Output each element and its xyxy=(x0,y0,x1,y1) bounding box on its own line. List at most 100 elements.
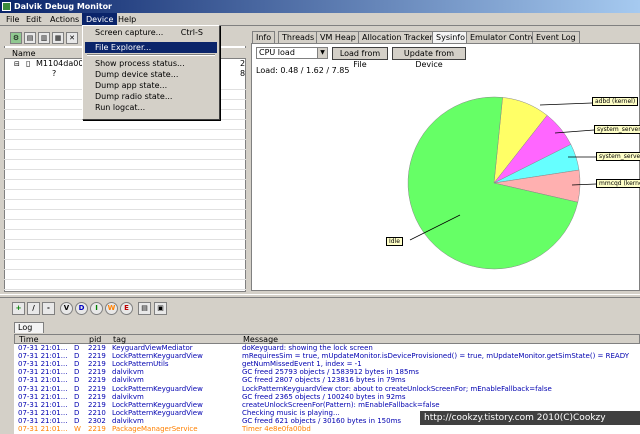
window-titlebar: Dalvik Debug Monitor xyxy=(0,0,640,13)
log-level: D xyxy=(74,368,80,377)
log-tag: LockPatternKeyguardView xyxy=(112,408,203,417)
app-icon xyxy=(2,2,11,11)
device-menu-item[interactable]: Screen capture... Ctrl-S xyxy=(85,27,217,38)
log-pid: 2219 xyxy=(88,384,106,393)
edit-filter-icon[interactable]: / xyxy=(27,302,40,315)
log-row[interactable]: 07-31 21:01... D 2219 LockPatternKeyguardVi… xyxy=(14,352,640,360)
log-message: Timer 4e8e0fa00bd xyxy=(242,425,311,433)
debug-icon[interactable]: ⚙ xyxy=(10,32,22,44)
log-level: D xyxy=(74,416,80,425)
log-time: 07-31 21:01... xyxy=(18,392,68,401)
menu-item-label: Screen capture... xyxy=(95,28,164,37)
log-row[interactable]: 07-31 21:01... D 2219 KeyguardViewMediator d… xyxy=(14,344,640,352)
log-time: 07-31 21:01... xyxy=(18,360,68,369)
pie-leader-lines xyxy=(409,102,597,241)
log-message: GC freed 25793 objects / 1583912 bytes i… xyxy=(242,368,419,377)
tab-info[interactable]: Info xyxy=(252,31,276,43)
tab-allocation-tracker[interactable]: Allocation Tracker xyxy=(358,31,437,43)
log-pid: 2219 xyxy=(88,352,106,361)
device-menu-item[interactable]: Dump device state... xyxy=(85,69,217,80)
log-row[interactable]: 07-31 21:01... D 2219 LockPatternUtils getNu… xyxy=(14,360,640,368)
log-pid: 2219 xyxy=(88,368,106,377)
device-menu-item[interactable]: Dump radio state... xyxy=(85,91,217,102)
log-tag: dalvikvm xyxy=(112,368,144,377)
col-name[interactable]: Name xyxy=(12,48,36,59)
log-pid: 2210 xyxy=(88,408,106,417)
log-message: LockPatternKeyguardView ctor: about to c… xyxy=(242,384,552,393)
watermark: http://cookzy.tistory.com 2010(C)Cookzy xyxy=(420,411,640,425)
level-warn-button[interactable]: W xyxy=(105,302,118,315)
chevron-down-icon[interactable]: ▼ xyxy=(317,48,327,58)
col-time[interactable]: Time xyxy=(19,335,39,344)
log-message: GC freed 2807 objects / 123816 bytes in … xyxy=(242,376,406,385)
col-message[interactable]: Message xyxy=(243,335,278,344)
log-message: doKeyguard: showing the lock screen xyxy=(242,344,373,352)
splitter[interactable] xyxy=(0,294,640,298)
device-menu-item[interactable]: Dump app state... xyxy=(85,80,217,91)
tab-sysinfo[interactable]: Sysinfo xyxy=(432,31,469,43)
clear-log-icon[interactable]: ▤ xyxy=(138,302,151,315)
menu-item-label: File Explorer... xyxy=(95,43,152,52)
log-pid: 2219 xyxy=(88,376,106,385)
menu-edit[interactable]: Edit xyxy=(22,13,46,26)
select-value: CPU load xyxy=(259,48,295,57)
log-row[interactable]: 07-31 21:01... D 2219 dalvikvm GC freed 2807… xyxy=(14,376,640,384)
log-pid: 2219 xyxy=(88,425,106,433)
log-level: D xyxy=(74,384,80,393)
log-time: 07-31 21:01... xyxy=(18,416,68,425)
update-heap-icon[interactable]: ▤ xyxy=(24,32,36,44)
log-message: GC freed 621 objects / 30160 bytes in 15… xyxy=(242,416,402,425)
level-error-button[interactable]: E xyxy=(120,302,133,315)
device-menu-item[interactable]: Run logcat... xyxy=(85,102,217,113)
log-time: 07-31 21:01... xyxy=(18,376,68,385)
log-row[interactable]: 07-31 21:01... D 2219 LockPatternKeyguardVi… xyxy=(14,401,640,409)
log-row[interactable]: 07-31 21:01... D 2219 dalvikvm GC freed 2365… xyxy=(14,393,640,401)
log-tag: LockPatternKeyguardView xyxy=(112,400,203,409)
log-level: D xyxy=(74,376,80,385)
tab-emulator-control[interactable]: Emulator Control xyxy=(466,31,542,43)
log-tag: dalvikvm xyxy=(112,376,144,385)
log-row[interactable]: 07-31 21:01... D 2219 dalvikvm GC freed 2579… xyxy=(14,368,640,376)
load-from-file-button[interactable]: Load from File xyxy=(332,47,388,69)
add-filter-icon[interactable]: + xyxy=(12,302,25,315)
level-info-button[interactable]: I xyxy=(90,302,103,315)
col-pid[interactable]: pid xyxy=(89,335,101,344)
menu-item-label: Dump device state... xyxy=(95,70,179,79)
log-pid: 2219 xyxy=(88,400,106,409)
device-menu-item[interactable]: File Explorer... xyxy=(85,42,217,53)
update-from-device-button[interactable]: Update from Device xyxy=(392,47,466,69)
tab-threads[interactable]: Threads xyxy=(278,31,319,43)
log-row[interactable]: 07-31 21:01... D 2219 LockPatternKeyguardVi… xyxy=(14,385,640,393)
level-verbose-button[interactable]: V xyxy=(60,302,73,315)
level-debug-button[interactable]: D xyxy=(75,302,88,315)
sysinfo-select[interactable]: CPU load ▼ xyxy=(256,47,328,59)
tab-log[interactable]: Log xyxy=(14,322,44,333)
menu-item-label: Dump app state... xyxy=(95,81,168,90)
log-time: 07-31 21:01... xyxy=(18,425,68,433)
device-cell: 2 xyxy=(240,59,246,68)
log-row[interactable]: 07-31 21:01... W 2219 PackageManagerService… xyxy=(14,425,640,433)
tab-vm-heap[interactable]: VM Heap xyxy=(316,31,360,43)
device-menu-item[interactable]: Show process status... xyxy=(85,58,217,69)
log-level: D xyxy=(74,352,80,361)
log-time: 07-31 21:01... xyxy=(18,352,68,361)
window-title: Dalvik Debug Monitor xyxy=(14,2,113,11)
col-tag[interactable]: tag xyxy=(113,335,126,344)
device-cell: 8 xyxy=(240,69,246,78)
log-header: Time pid tag Message xyxy=(14,334,640,344)
load-text: Load: 0.48 / 1.62 / 7.85 xyxy=(256,66,350,75)
tab-strip: Info Threads VM Heap Allocation Tracker … xyxy=(250,31,640,43)
expand-icon[interactable]: ⊟ xyxy=(14,59,20,69)
menu-actions[interactable]: Actions xyxy=(46,13,83,26)
log-message: mRequiresSim = true, mUpdateMonitor.isDe… xyxy=(242,352,629,361)
log-time: 07-31 21:01... xyxy=(18,384,68,393)
delete-filter-icon[interactable]: - xyxy=(42,302,55,315)
menu-file[interactable]: File xyxy=(2,13,23,26)
log-toolbar: + / - V D I W E ▤ ▣ xyxy=(0,300,640,318)
cause-gc-icon[interactable]: ▦ xyxy=(52,32,64,44)
save-log-icon[interactable]: ▣ xyxy=(154,302,167,315)
dump-hprof-icon[interactable]: ▥ xyxy=(38,32,50,44)
log-time: 07-31 21:01... xyxy=(18,344,68,352)
tab-event-log[interactable]: Event Log xyxy=(532,31,580,43)
stop-process-icon[interactable]: ✕ xyxy=(66,32,78,44)
